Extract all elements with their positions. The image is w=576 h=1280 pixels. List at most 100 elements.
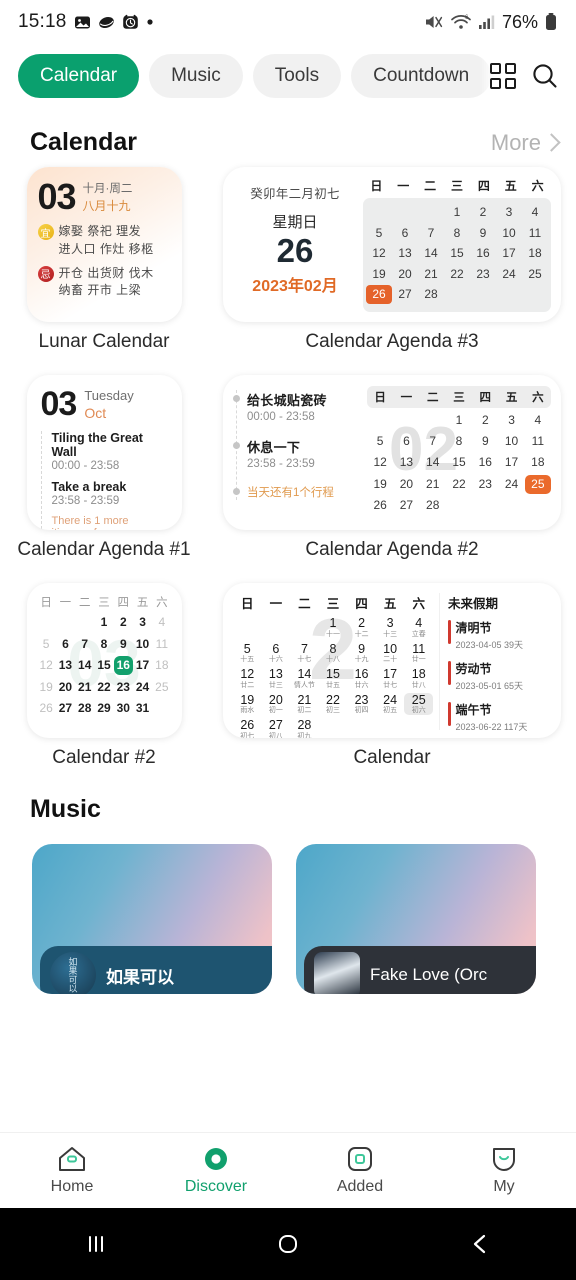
day-cell[interactable]: 1 xyxy=(444,203,470,222)
day-cell[interactable]: 11 xyxy=(525,432,551,451)
day-cell[interactable]: 10 二十 xyxy=(376,642,405,665)
day-cell[interactable]: 15 廿五 xyxy=(319,667,348,690)
day-cell[interactable]: 2 xyxy=(114,613,133,632)
day-cell[interactable]: 5 十五 xyxy=(233,642,262,665)
day-cell[interactable]: 5 xyxy=(367,432,393,451)
day-cell[interactable]: 31 xyxy=(133,699,152,718)
day-cell[interactable]: 6 xyxy=(393,432,419,451)
day-cell[interactable]: 7 xyxy=(420,432,446,451)
calendar-widget[interactable]: 2 日一二三四五六 1 十一 2 十二 3 十三 4 立春 5 十五 6 十六 7 十七 8 十八 9 十九 10 二… xyxy=(223,583,561,738)
back-button[interactable] xyxy=(384,1230,576,1258)
day-cell[interactable]: 19 雨水 xyxy=(233,693,262,716)
day-cell[interactable]: 20 xyxy=(393,475,419,494)
day-cell[interactable]: 2 十二 xyxy=(347,616,376,639)
agenda2-day-grid[interactable]: 1 2 3 4 5 6 7 8 9 10 11 12 13 14 15 16 17 18 19 20 21 22 23 24 2… xyxy=(367,411,551,515)
day-cell[interactable]: 22 xyxy=(94,678,113,697)
day-cell[interactable]: 8 xyxy=(444,224,470,243)
calendar-day-grid[interactable]: 1 十一 2 十二 3 十三 4 立春 5 十五 6 十六 7 十七 8 十八 9 十九 10 二十 11 廿一 12 廿二 1… xyxy=(233,616,433,738)
day-cell[interactable]: 16 xyxy=(472,453,498,472)
day-cell[interactable]: 14 xyxy=(420,453,446,472)
day-cell[interactable]: 17 廿七 xyxy=(376,667,405,690)
day-cell[interactable]: 16 xyxy=(470,244,496,263)
day-cell[interactable]: 9 xyxy=(472,432,498,451)
day-cell[interactable]: 16 廿六 xyxy=(347,667,376,690)
day-cell[interactable]: 5 xyxy=(366,224,392,243)
day-cell[interactable]: 12 xyxy=(366,244,392,263)
day-cell[interactable]: 20 xyxy=(56,678,75,697)
day-cell[interactable]: 18 xyxy=(152,656,171,675)
day-cell[interactable]: 1 xyxy=(446,411,472,430)
day-cell[interactable]: 9 xyxy=(470,224,496,243)
day-cell[interactable]: 26 xyxy=(367,496,393,515)
day-cell[interactable]: 16 xyxy=(113,656,133,675)
day-cell[interactable]: 26 xyxy=(366,285,392,304)
list-item[interactable]: Tiling the Great Wall 00:00 - 23:58 xyxy=(52,431,170,472)
list-item[interactable]: 端午节 2023-06-22 117天 xyxy=(448,701,553,733)
day-cell[interactable]: 8 xyxy=(94,635,113,654)
day-cell[interactable]: 21 初二 xyxy=(290,693,319,716)
day-cell[interactable]: 23 初四 xyxy=(347,693,376,716)
day-cell[interactable]: 14 xyxy=(418,244,444,263)
day-cell[interactable]: 19 xyxy=(366,265,392,284)
list-item[interactable]: 劳动节 2023-05-01 65天 xyxy=(448,660,553,692)
calendar-2-widget[interactable]: 03 日一二三四五六 1 2 3 4 5 6 7 8 9 10 11 12 13 14 15 16 17 18 19… xyxy=(26,583,182,738)
day-cell[interactable]: 19 xyxy=(367,475,393,494)
day-cell[interactable]: 28 xyxy=(75,699,94,718)
day-cell[interactable]: 15 xyxy=(446,453,472,472)
day-cell[interactable]: 22 xyxy=(446,475,472,494)
day-cell[interactable]: 17 xyxy=(133,656,152,675)
nav-item-discover[interactable]: Discover xyxy=(144,1145,288,1196)
day-cell[interactable]: 11 廿一 xyxy=(404,642,433,665)
day-cell[interactable]: 20 xyxy=(392,265,418,284)
day-cell[interactable]: 4 xyxy=(522,203,548,222)
list-item[interactable]: Take a break 23:58 - 23:59 xyxy=(52,480,170,507)
day-cell[interactable]: 3 十三 xyxy=(376,616,405,639)
day-cell[interactable]: 28 xyxy=(418,285,444,304)
day-cell[interactable]: 27 xyxy=(392,285,418,304)
home-button[interactable] xyxy=(192,1229,384,1259)
day-cell[interactable]: 24 初五 xyxy=(376,693,405,716)
recents-button[interactable] xyxy=(0,1230,192,1258)
day-cell[interactable]: 23 xyxy=(114,678,133,697)
day-cell[interactable]: 27 xyxy=(393,496,419,515)
calendar-agenda-3-widget[interactable]: 癸卯年二月初七 星期日 26 2023年02月 日一二三四五六 12345678… xyxy=(223,167,561,322)
music-player-bar[interactable]: 如果可以 如果可以 xyxy=(40,946,272,994)
day-cell[interactable]: 22 xyxy=(444,265,470,284)
day-cell[interactable]: 24 xyxy=(133,678,152,697)
day-cell[interactable]: 3 xyxy=(133,613,152,632)
lunar-calendar-widget[interactable]: 03 十月·周二 八月十九 宜 嫁娶 祭祀 理发 进人口 作灶 移柩 忌 开仓 … xyxy=(26,167,182,322)
day-cell[interactable]: 3 xyxy=(496,203,522,222)
nav-item-home[interactable]: Home xyxy=(0,1145,144,1196)
day-cell[interactable]: 3 xyxy=(498,411,524,430)
nav-item-added[interactable]: Added xyxy=(288,1145,432,1196)
day-cell[interactable]: 24 xyxy=(498,475,524,494)
day-cell[interactable]: 18 xyxy=(522,244,548,263)
category-tabs[interactable]: Calendar Music Tools Countdown xyxy=(0,44,576,112)
day-cell[interactable]: 12 廿二 xyxy=(233,667,262,690)
day-cell[interactable]: 2 xyxy=(470,203,496,222)
day-cell[interactable]: 10 xyxy=(498,432,524,451)
day-cell[interactable]: 9 xyxy=(114,635,133,654)
day-cell[interactable]: 18 xyxy=(525,453,551,472)
day-cell[interactable]: 7 十七 xyxy=(290,642,319,665)
day-cell[interactable]: 14 xyxy=(75,656,94,675)
day-cell[interactable]: 8 xyxy=(446,432,472,451)
day-cell[interactable]: 4 xyxy=(152,613,171,632)
day-cell[interactable]: 21 xyxy=(418,265,444,284)
calendar-agenda-1-widget[interactable]: 03 Tuesday Oct Tiling the Great Wall 00:… xyxy=(26,375,182,530)
day-cell[interactable]: 28 初九 xyxy=(290,718,319,738)
day-cell[interactable]: 25 xyxy=(522,265,548,284)
grid-view-icon[interactable] xyxy=(490,63,516,89)
nav-item-my[interactable]: My xyxy=(432,1145,576,1196)
day-cell[interactable]: 17 xyxy=(498,453,524,472)
day-cell[interactable]: 1 xyxy=(94,613,113,632)
day-cell[interactable]: 6 十六 xyxy=(262,642,291,665)
day-cell[interactable]: 13 xyxy=(393,453,419,472)
search-icon[interactable] xyxy=(530,61,560,91)
day-cell[interactable]: 27 xyxy=(56,699,75,718)
day-cell[interactable]: 6 xyxy=(392,224,418,243)
day-cell[interactable]: 25 xyxy=(152,678,171,697)
day-cell[interactable]: 15 xyxy=(94,656,113,675)
day-cell[interactable]: 30 xyxy=(114,699,133,718)
day-cell[interactable]: 24 xyxy=(496,265,522,284)
